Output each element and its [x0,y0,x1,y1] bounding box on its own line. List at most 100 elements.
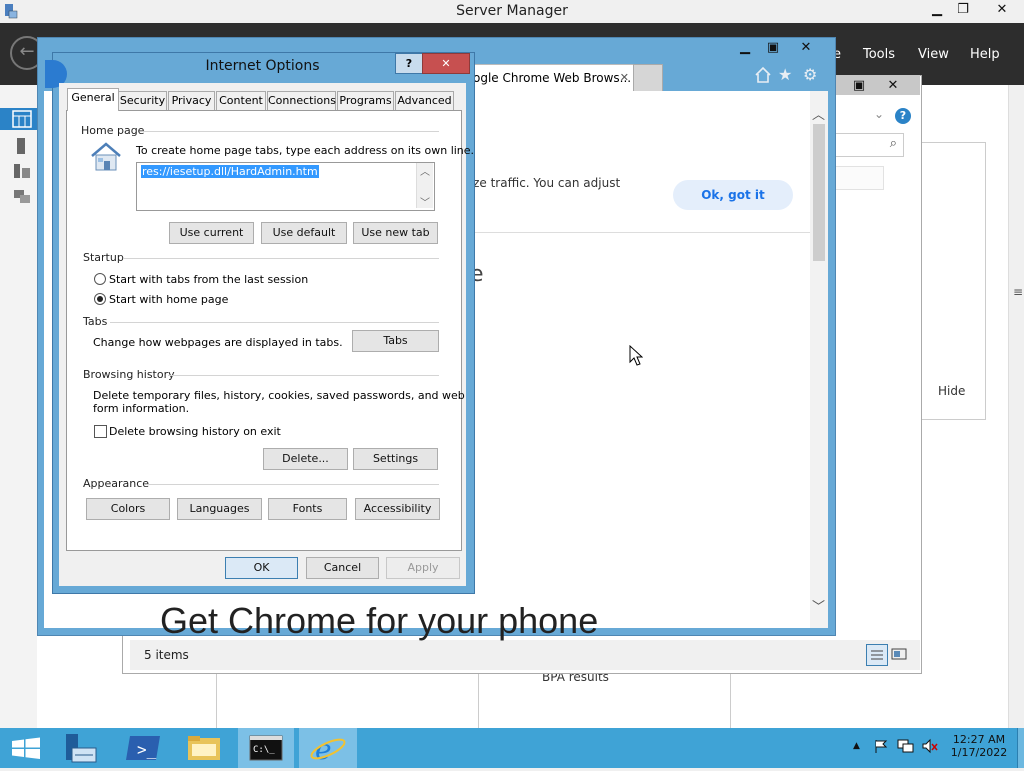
apply-button[interactable]: Apply [386,557,460,579]
dashboard-icon[interactable] [12,110,32,128]
tab-programs[interactable]: Programs [337,91,394,110]
use-current-button[interactable]: Use current [169,222,254,244]
tabs-settings-button[interactable]: Tabs [352,330,439,352]
scroll-down-icon[interactable]: ﹀ [812,596,825,615]
action-center-flag-icon[interactable] [873,738,889,757]
close-icon: ✕ [887,78,899,93]
scroll-up-icon[interactable]: ︿ [812,104,825,123]
tab-connections[interactable]: Connections [267,91,336,110]
tray-expand-icon[interactable]: ▲ [853,741,860,751]
bg-search-box[interactable]: ⌕ [830,133,904,157]
powershell-taskbar-button[interactable]: >_ [118,728,170,768]
delete-on-exit-label[interactable]: Delete browsing history on exit [109,425,281,438]
svg-text:e: e [315,733,332,766]
cmd-taskbar-button[interactable]: C:\_ [238,728,294,768]
bg-chevron-down-icon[interactable]: ⌄ [874,107,884,121]
help-icon[interactable]: ? [895,108,911,124]
tools-gear-icon[interactable]: ⚙ [803,65,817,84]
ie-close-button[interactable]: ✕ [786,38,826,58]
bg-close-button[interactable]: ✕ [876,76,910,96]
browsing-history-description: Delete temporary files, history, cookies… [93,389,465,402]
languages-button[interactable]: Languages [177,498,262,520]
tab-security[interactable]: Security [118,91,167,110]
cancel-button[interactable]: Cancel [306,557,379,579]
close-button[interactable]: ✕ [982,0,1022,20]
start-button[interactable] [0,728,54,768]
svg-text:>_: >_ [137,740,157,759]
accessibility-button[interactable]: Accessibility [355,498,440,520]
textarea-scrollbar[interactable]: ︿ ﹀ [416,163,433,209]
bg-field[interactable] [830,166,884,190]
radio-home-page[interactable] [94,293,106,305]
windows-logo-icon [12,737,40,759]
ie-maximize-button[interactable]: ▣ [756,38,790,58]
server-manager-taskbar-button[interactable] [54,728,106,768]
volume-muted-icon[interactable] [921,738,939,757]
network-icon[interactable] [897,738,915,757]
ok-button[interactable]: OK [225,557,298,579]
ok-got-it-button[interactable]: Ok, got it [673,180,793,210]
page-heading: Get Chrome for your phone [160,600,599,641]
dialog-close-button[interactable]: ✕ [422,53,470,74]
command-prompt-icon: C:\_ [249,735,283,761]
radio-last-session[interactable] [94,273,106,285]
new-tab-button[interactable] [633,64,663,91]
internet-explorer-icon: e [310,733,346,766]
details-view-icon[interactable] [866,644,888,666]
scroll-up-icon[interactable]: ︿ [420,163,430,178]
fonts-button[interactable]: Fonts [268,498,347,520]
ie-scrollbar-thumb[interactable] [813,124,825,261]
home-page-instruction: To create home page tabs, type each addr… [136,144,475,157]
search-icon: ⌕ [889,136,897,151]
back-arrow-icon: ← [19,41,35,62]
tab-general[interactable]: General [67,88,119,111]
use-new-tab-button[interactable]: Use new tab [353,222,438,244]
ie-taskbar-button[interactable]: e [299,728,357,768]
preview-view-icon[interactable] [890,646,908,662]
clock-date: 1/17/2022 [950,746,1008,759]
menu-view[interactable]: View [918,47,949,62]
radio-last-session-label[interactable]: Start with tabs from the last session [109,273,308,286]
all-servers-icon[interactable] [12,162,32,180]
scroll-down-icon[interactable]: ﹀ [420,194,430,209]
delete-on-exit-checkbox[interactable] [94,425,107,438]
home-page-url-value[interactable]: res://iesetup.dll/HardAdmin.htm [141,165,319,178]
home-icon[interactable] [754,66,772,87]
file-explorer-taskbar-button[interactable] [178,728,230,768]
minimize-icon: ▁ [740,40,750,55]
menu-help[interactable]: Help [970,47,1000,62]
group-separator [124,258,439,259]
tabs-description: Change how webpages are displayed in tab… [93,336,343,349]
bg-maximize-button[interactable]: ▣ [842,76,876,96]
radio-home-page-label[interactable]: Start with home page [109,293,228,306]
tab-content[interactable]: Content [216,91,266,110]
tab-close-icon[interactable]: ✕ [620,65,629,91]
page-divider [466,232,810,233]
restore-button[interactable]: ❐ [946,0,980,20]
tab-advanced[interactable]: Advanced [395,91,454,110]
window-title: Server Manager [456,3,568,19]
items-count: 5 items [144,648,189,662]
server-manager-scrollbar[interactable]: ≡ [1008,85,1024,728]
clock-time: 12:27 AM [952,733,1006,746]
browser-tab[interactable]: ogle Chrome Web Brows... ✕ [460,64,634,91]
colors-button[interactable]: Colors [86,498,170,520]
close-icon: ✕ [996,2,1008,17]
menu-tools[interactable]: Tools [863,47,895,62]
folder-icon [188,736,220,760]
use-default-button[interactable]: Use default [261,222,347,244]
history-settings-button[interactable]: Settings [353,448,438,470]
local-server-icon[interactable] [12,137,32,155]
taskbar-clock[interactable]: 12:27 AM 1/17/2022 [948,733,1010,759]
delete-history-button[interactable]: Delete... [263,448,348,470]
tab-title: ogle Chrome Web Brows... [473,71,632,85]
show-desktop-button[interactable] [1017,728,1024,768]
favorites-star-icon[interactable]: ★ [778,65,792,84]
tab-privacy[interactable]: Privacy [168,91,215,110]
close-icon: ✕ [800,40,812,55]
hide-panel [920,142,986,420]
hide-link[interactable]: Hide [938,384,965,398]
dialog-help-button[interactable]: ? [395,53,423,74]
home-page-group-label: Home page [81,124,145,137]
file-services-icon[interactable] [12,187,32,205]
